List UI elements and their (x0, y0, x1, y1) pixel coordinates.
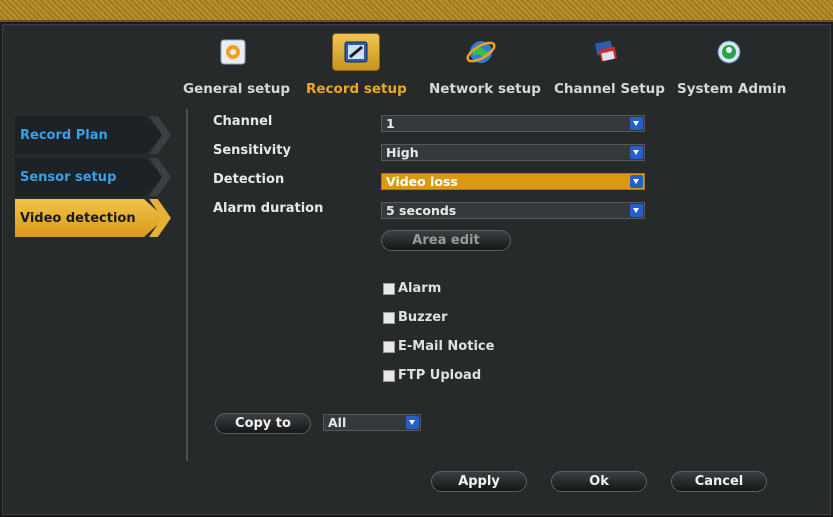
email-notice-checkbox[interactable] (383, 340, 395, 353)
ftp-upload-option: FTP Upload (383, 368, 481, 383)
tab-label: System Admin (677, 81, 787, 97)
admin-icon (705, 33, 753, 71)
tab-label: Record setup (306, 81, 407, 97)
alarm-option: Alarm (383, 281, 441, 296)
detection-label: Detection (213, 172, 285, 187)
alarm-duration-value: 5 seconds (386, 203, 457, 218)
channel-icon (582, 33, 630, 71)
channel-label: Channel (213, 114, 273, 129)
chevron-down-icon (630, 204, 643, 217)
title-bar (0, 0, 833, 22)
alarm-checkbox-label: Alarm (398, 281, 442, 296)
channel-select[interactable]: 1 (381, 115, 645, 132)
sensitivity-label: Sensitivity (213, 143, 291, 158)
apply-button[interactable]: Apply (431, 471, 527, 492)
detection-select[interactable]: Video loss (381, 173, 645, 190)
tab-system-admin[interactable]: System Admin (677, 25, 787, 97)
chevron-down-icon (630, 175, 643, 188)
sidebar-item-label: Video detection (20, 210, 136, 226)
sidebar-item-record-plan[interactable]: Record Plan (15, 116, 171, 154)
top-tab-bar: General setup Record setup Network setup… (3, 25, 830, 125)
chevron-down-icon (630, 117, 643, 130)
vertical-divider (186, 109, 188, 461)
email-notice-option: E-Mail Notice (383, 339, 494, 354)
sidebar-item-sensor-setup[interactable]: Sensor setup (15, 158, 171, 196)
ftp-upload-checkbox[interactable] (383, 369, 395, 382)
detection-value: Video loss (386, 174, 458, 189)
copy-to-button[interactable]: Copy to (215, 413, 311, 434)
buzzer-checkbox[interactable] (383, 311, 395, 324)
sensitivity-value: High (386, 145, 419, 160)
ok-button[interactable]: Ok (551, 471, 647, 492)
globe-icon (457, 33, 505, 71)
chevron-down-icon (630, 146, 643, 159)
tab-channel-setup[interactable]: Channel Setup (554, 25, 665, 97)
alarm-duration-label: Alarm duration (213, 201, 324, 216)
tab-record-setup[interactable]: Record setup (306, 25, 407, 97)
copy-target-value: All (328, 415, 347, 430)
gear-box-icon (209, 33, 257, 71)
tab-label: Network setup (429, 81, 541, 97)
alarm-duration-select[interactable]: 5 seconds (381, 202, 645, 219)
record-book-icon (332, 33, 380, 71)
chevron-down-icon (406, 416, 419, 429)
tab-label: General setup (183, 81, 291, 97)
area-edit-button[interactable]: Area edit (381, 230, 511, 251)
cancel-button[interactable]: Cancel (671, 471, 767, 492)
tab-network-setup[interactable]: Network setup (429, 25, 541, 97)
settings-panel: General setup Record setup Network setup… (2, 24, 831, 515)
tab-label: Channel Setup (554, 81, 665, 97)
sidebar-item-label: Record Plan (20, 127, 108, 143)
copy-target-select[interactable]: All (323, 414, 421, 431)
sidebar-item-label: Sensor setup (20, 169, 117, 185)
tab-general-setup[interactable]: General setup (183, 25, 291, 97)
buzzer-checkbox-label: Buzzer (398, 310, 448, 325)
email-notice-checkbox-label: E-Mail Notice (398, 339, 495, 354)
sensitivity-select[interactable]: High (381, 144, 645, 161)
channel-value: 1 (386, 116, 395, 131)
alarm-checkbox[interactable] (383, 282, 395, 295)
sidebar-item-video-detection[interactable]: Video detection (15, 199, 171, 237)
ftp-upload-checkbox-label: FTP Upload (398, 368, 482, 383)
buzzer-option: Buzzer (383, 310, 448, 325)
